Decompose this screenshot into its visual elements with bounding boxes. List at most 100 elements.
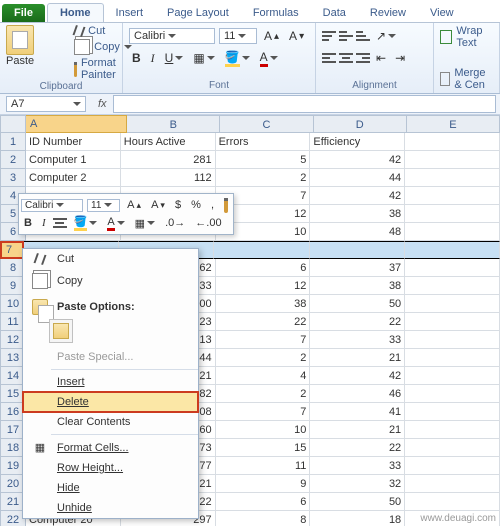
cell[interactable] — [405, 295, 500, 313]
cell[interactable]: 21 — [310, 349, 405, 367]
cell[interactable] — [405, 241, 500, 259]
ctx-paste-option-1[interactable] — [49, 319, 73, 343]
tab-view[interactable]: View — [418, 4, 466, 22]
cell[interactable] — [405, 403, 500, 421]
cell[interactable] — [405, 385, 500, 403]
align-top-button[interactable] — [322, 31, 336, 41]
file-tab[interactable]: File — [2, 4, 45, 22]
cell[interactable] — [405, 187, 500, 205]
cell[interactable]: 2 — [216, 169, 311, 187]
mini-decrease-decimal[interactable]: .0→ — [162, 217, 188, 229]
ctx-delete[interactable]: Delete — [23, 392, 198, 412]
mini-font-name[interactable]: Calibri — [21, 199, 83, 212]
cell[interactable] — [405, 367, 500, 385]
cell[interactable]: Errors — [216, 133, 311, 151]
tab-home[interactable]: Home — [47, 3, 104, 22]
cell[interactable]: 50 — [310, 493, 405, 511]
cell[interactable]: 38 — [310, 277, 405, 295]
tab-review[interactable]: Review — [358, 4, 418, 22]
select-all-corner[interactable] — [0, 115, 26, 133]
cell[interactable]: 42 — [310, 187, 405, 205]
italic-button[interactable]: I — [148, 51, 158, 66]
orientation-button[interactable]: ↗ — [373, 29, 399, 43]
cell[interactable]: 42 — [310, 151, 405, 169]
align-right-button[interactable] — [356, 53, 370, 63]
cell[interactable] — [405, 439, 500, 457]
cell[interactable] — [405, 205, 500, 223]
ctx-row-height[interactable]: Row Height... — [23, 458, 198, 478]
font-size-select[interactable]: 11 — [219, 28, 257, 44]
font-color-button[interactable]: A — [257, 50, 281, 67]
row-header-7[interactable]: 7 — [0, 241, 24, 259]
cell[interactable]: 32 — [310, 475, 405, 493]
cell[interactable]: 281 — [121, 151, 216, 169]
cell[interactable] — [405, 475, 500, 493]
cell[interactable]: 6 — [216, 259, 311, 277]
fill-color-button[interactable]: 🪣 — [222, 50, 253, 67]
ctx-cut[interactable]: Cut — [23, 249, 198, 269]
cell[interactable]: 4 — [216, 367, 311, 385]
cell[interactable]: 5 — [216, 151, 311, 169]
bold-button[interactable]: B — [129, 51, 144, 65]
cell[interactable]: 38 — [310, 205, 405, 223]
font-name-select[interactable]: Calibri — [129, 28, 215, 44]
cell[interactable]: 22 — [216, 313, 311, 331]
tab-formulas[interactable]: Formulas — [241, 4, 311, 22]
cell[interactable] — [405, 349, 500, 367]
cell[interactable]: 37 — [310, 259, 405, 277]
cell[interactable]: 38 — [216, 295, 311, 313]
col-header-A[interactable]: A — [26, 115, 127, 133]
mini-grow-font[interactable]: A▴ — [124, 199, 144, 211]
cell[interactable]: 8 — [216, 511, 311, 526]
ctx-hide[interactable]: Hide — [23, 478, 198, 498]
cell[interactable]: 48 — [310, 223, 405, 241]
cell[interactable]: 10 — [216, 421, 311, 439]
border-button[interactable]: ▦ — [190, 51, 217, 65]
cell[interactable]: 2 — [216, 349, 311, 367]
mini-bold[interactable]: B — [21, 217, 35, 229]
cell[interactable] — [405, 151, 500, 169]
cell[interactable]: 41 — [310, 403, 405, 421]
cell[interactable] — [310, 241, 405, 259]
col-header-C[interactable]: C — [220, 115, 313, 133]
row-header-2[interactable]: 2 — [0, 151, 26, 169]
cell[interactable]: 2 — [216, 385, 311, 403]
ctx-clear-contents[interactable]: Clear Contents — [23, 412, 198, 432]
mini-font-color[interactable]: A — [104, 216, 127, 231]
cell[interactable]: 15 — [216, 439, 311, 457]
cell[interactable]: 12 — [216, 277, 311, 295]
cell[interactable] — [405, 331, 500, 349]
ctx-insert[interactable]: Insert — [23, 372, 198, 392]
align-bottom-button[interactable] — [356, 31, 370, 41]
mini-align-center[interactable] — [53, 218, 67, 228]
merge-center-button[interactable]: Merge & Cen — [440, 67, 493, 91]
cell[interactable] — [405, 169, 500, 187]
mini-comma[interactable]: , — [208, 199, 217, 211]
mini-currency[interactable]: $ — [172, 199, 184, 211]
cell[interactable] — [405, 259, 500, 277]
cell[interactable] — [405, 223, 500, 241]
cell[interactable]: 44 — [310, 169, 405, 187]
cell[interactable]: 50 — [310, 295, 405, 313]
cell[interactable]: 21 — [310, 421, 405, 439]
align-left-button[interactable] — [322, 53, 336, 63]
tab-data[interactable]: Data — [311, 4, 358, 22]
cell[interactable]: 46 — [310, 385, 405, 403]
cell[interactable]: 22 — [310, 313, 405, 331]
mini-increase-decimal[interactable]: ←.00 — [192, 217, 224, 229]
shrink-font-button[interactable]: A▾ — [286, 29, 307, 43]
formula-bar[interactable] — [113, 95, 496, 113]
increase-indent-button[interactable]: ⇥ — [392, 51, 408, 65]
cell[interactable] — [405, 421, 500, 439]
ctx-unhide[interactable]: Unhide — [23, 498, 198, 518]
cell[interactable]: 42 — [310, 367, 405, 385]
mini-fill-color[interactable]: 🪣 — [71, 215, 101, 231]
cell[interactable] — [405, 457, 500, 475]
cell[interactable]: Computer 1 — [26, 151, 121, 169]
wrap-text-button[interactable]: Wrap Text — [440, 25, 493, 49]
cell[interactable]: 7 — [216, 403, 311, 421]
paste-button[interactable]: Paste — [6, 25, 34, 81]
cell[interactable]: 22 — [310, 439, 405, 457]
align-middle-button[interactable] — [339, 31, 353, 41]
cell[interactable] — [214, 241, 309, 259]
